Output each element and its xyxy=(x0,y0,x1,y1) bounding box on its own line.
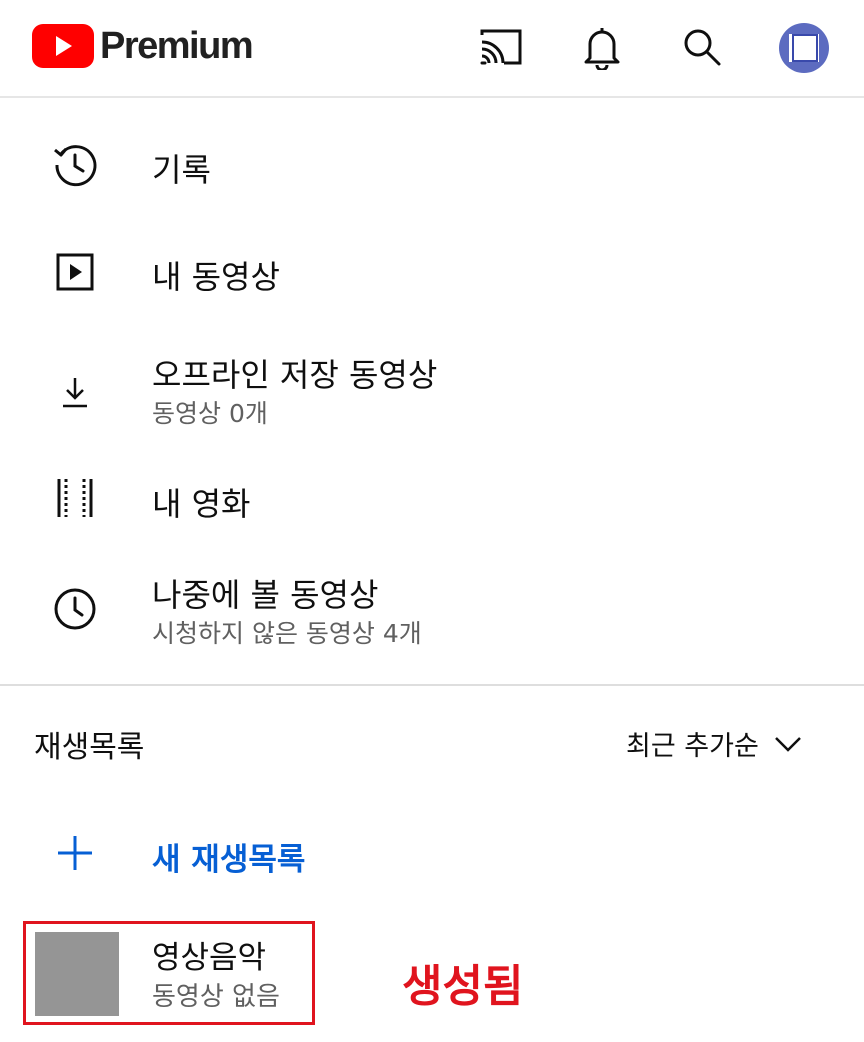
sort-label: 최근 추가순 xyxy=(626,731,759,762)
sort-dropdown[interactable]: 최근 추가순 xyxy=(626,724,803,763)
play-square-icon xyxy=(50,247,100,297)
menu-item-my-movies[interactable]: 내 영화 xyxy=(0,456,864,546)
new-playlist-button[interactable]: 새 재생목록 xyxy=(0,820,864,890)
chevron-down-icon xyxy=(773,735,803,753)
annotation-created-label: 생성됨 xyxy=(402,961,524,1012)
search-icon[interactable] xyxy=(677,22,727,72)
logo-text: Premium xyxy=(100,24,254,67)
avatar[interactable] xyxy=(779,23,829,73)
playlist-thumbnail[interactable] xyxy=(35,932,119,1016)
history-icon xyxy=(50,140,100,190)
youtube-play-logo-icon xyxy=(32,24,94,68)
menu-item-title: 나중에 볼 동영상 xyxy=(152,576,379,614)
menu-item-title: 기록 xyxy=(152,151,211,189)
menu-item-title: 내 동영상 xyxy=(152,258,280,296)
bell-icon[interactable] xyxy=(577,22,627,72)
menu-item-offline-videos[interactable]: 오프라인 저장 동영상 동영상 0개 xyxy=(0,340,864,440)
menu-item-my-videos[interactable]: 내 동영상 xyxy=(0,226,864,316)
app-header: Premium xyxy=(0,0,864,98)
menu-item-history[interactable]: 기록 xyxy=(0,120,864,210)
playlist-subtitle: 동영상 없음 xyxy=(152,982,280,1012)
playlists-section-title: 재생목록 xyxy=(34,730,145,765)
plus-icon xyxy=(50,828,100,878)
menu-item-watch-later[interactable]: 나중에 볼 동영상 시청하지 않은 동영상 4개 xyxy=(0,560,864,660)
menu-item-title: 오프라인 저장 동영상 xyxy=(152,356,438,394)
film-icon xyxy=(50,473,100,523)
youtube-premium-logo[interactable]: Premium xyxy=(32,24,254,68)
playlist-title[interactable]: 영상음악 xyxy=(152,932,266,977)
menu-item-subtitle: 시청하지 않은 동영상 4개 xyxy=(152,619,422,648)
menu-item-subtitle: 동영상 0개 xyxy=(152,399,268,428)
section-divider xyxy=(0,684,864,686)
menu-item-title: 내 영화 xyxy=(152,485,251,523)
clock-icon xyxy=(50,584,100,634)
cast-icon[interactable] xyxy=(476,22,526,72)
new-playlist-label: 새 재생목록 xyxy=(152,842,306,878)
download-icon xyxy=(50,367,100,417)
